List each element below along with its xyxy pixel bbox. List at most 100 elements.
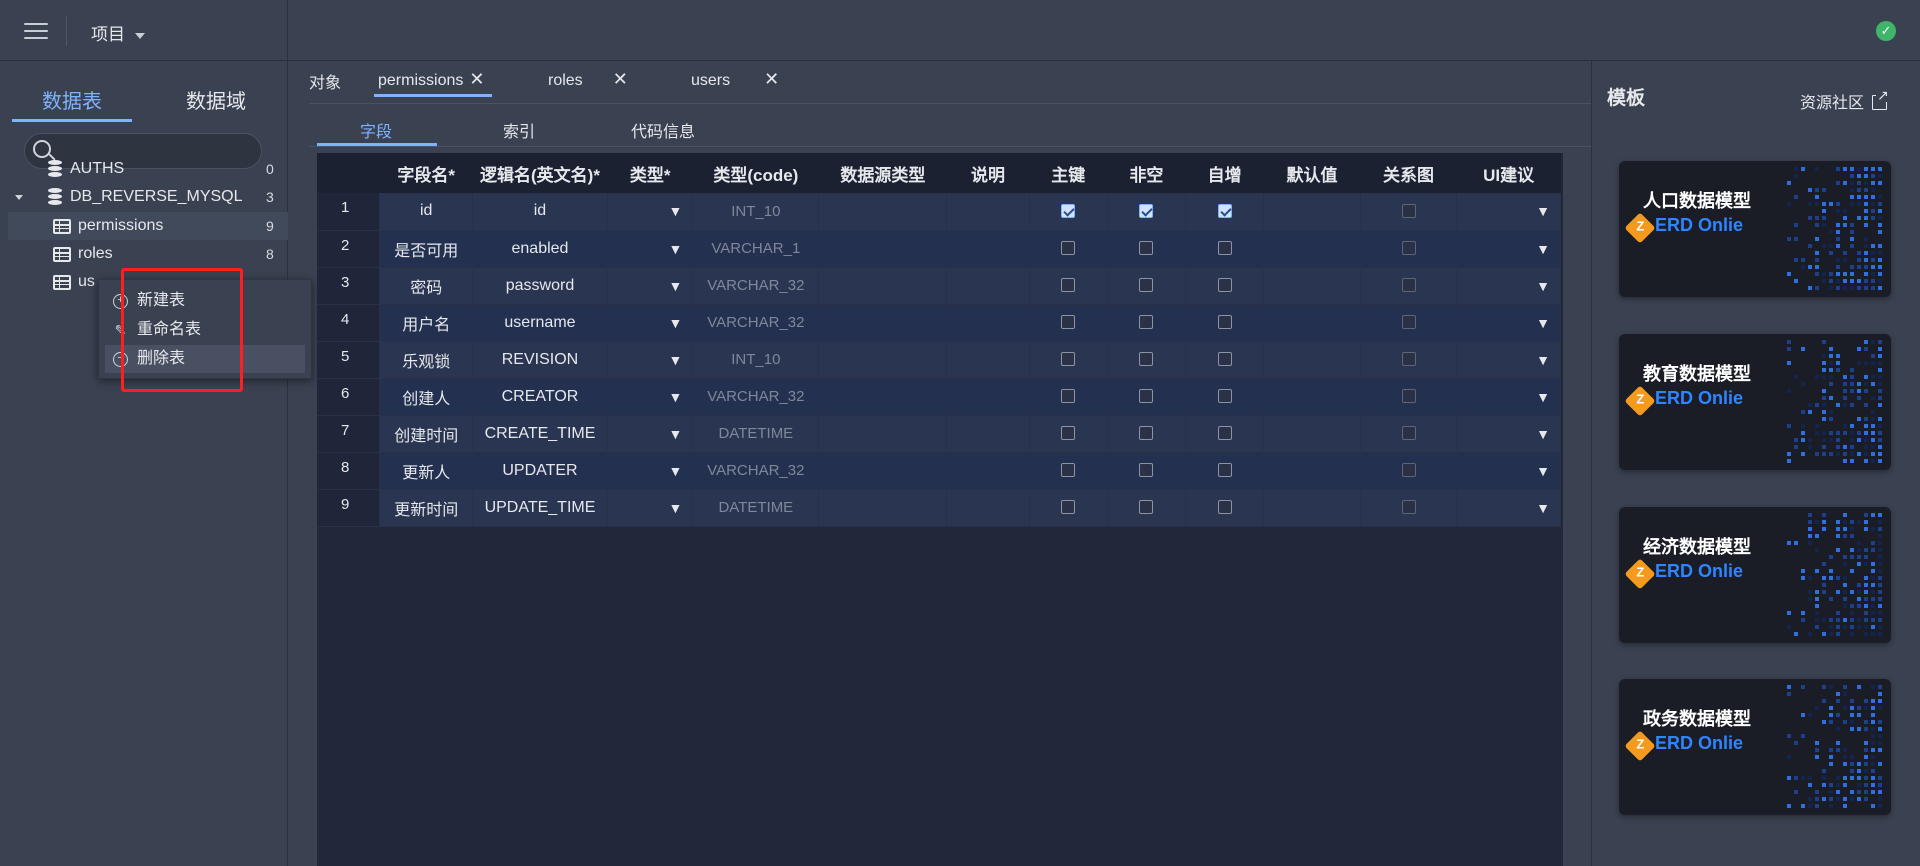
description-cell[interactable] — [946, 193, 1030, 231]
ui-hint-select[interactable]: ▼ — [1456, 452, 1561, 490]
header-cell[interactable]: 自增 — [1185, 153, 1264, 193]
tab-data-domains[interactable]: 数据域 — [186, 85, 246, 114]
tree-item-roles[interactable]: roles 8 — [0, 240, 288, 268]
expand-caret-icon[interactable] — [15, 195, 23, 200]
logic-name-cell[interactable]: enabled — [472, 230, 609, 268]
datasource-type-cell[interactable] — [818, 489, 948, 527]
primary-key-cell[interactable] — [1029, 193, 1108, 231]
auto-increment-checkbox[interactable] — [1217, 352, 1232, 367]
primary-key-checkbox[interactable] — [1061, 352, 1076, 367]
field-name-cell[interactable]: 密码 — [379, 267, 473, 305]
tab-indexes[interactable]: 索引 — [503, 118, 535, 142]
template-card[interactable]: 人口数据模型 ERD Onlie — [1619, 161, 1891, 297]
primary-key-checkbox[interactable] — [1061, 241, 1076, 256]
ui-hint-select[interactable]: ▼ — [1456, 267, 1561, 305]
table-row[interactable]: 3 密码 password ▼ VARCHAR_32 ▼ — [317, 267, 1561, 305]
tree-item-auths[interactable]: AUTHS 0 — [0, 155, 288, 183]
default-value-cell[interactable] — [1263, 415, 1361, 453]
type-select[interactable]: ▼ — [607, 193, 694, 231]
field-name-cell[interactable]: id — [379, 193, 473, 231]
primary-key-checkbox[interactable] — [1061, 463, 1076, 478]
table-row[interactable]: 4 用户名 username ▼ VARCHAR_32 ▼ — [317, 304, 1561, 342]
auto-increment-cell[interactable] — [1185, 230, 1265, 268]
table-row[interactable]: 7 创建时间 CREATE_TIME ▼ DATETIME ▼ — [317, 415, 1561, 453]
ui-hint-select[interactable]: ▼ — [1456, 415, 1561, 453]
field-name-cell[interactable]: 是否可用 — [379, 230, 473, 268]
datasource-type-cell[interactable] — [818, 193, 948, 231]
primary-key-cell[interactable] — [1029, 489, 1108, 527]
primary-key-checkbox[interactable] — [1061, 315, 1076, 330]
template-card[interactable]: 教育数据模型 ERD Onlie — [1619, 334, 1891, 470]
description-cell[interactable] — [946, 267, 1030, 305]
table-row[interactable]: 8 更新人 UPDATER ▼ VARCHAR_32 ▼ — [317, 452, 1561, 490]
field-name-cell[interactable]: 用户名 — [379, 304, 473, 342]
menu-item-rename-table[interactable]: ✎ 重命名表 — [105, 316, 305, 344]
header-cell[interactable]: 逻辑名(英文名)* — [472, 153, 608, 193]
menu-item-delete-table[interactable]: − 删除表 — [105, 345, 305, 373]
tree-item-db-reverse-mysql[interactable]: DB_REVERSE_MYSQL 3 — [0, 183, 288, 211]
field-name-cell[interactable]: 创建人 — [379, 378, 473, 416]
header-cell[interactable]: 默认值 — [1263, 153, 1361, 193]
tree-item-permissions[interactable]: permissions 9 — [8, 212, 288, 240]
relation-checkbox[interactable] — [1401, 204, 1416, 219]
description-cell[interactable] — [946, 452, 1030, 490]
primary-key-checkbox[interactable] — [1061, 204, 1076, 219]
not-null-checkbox[interactable] — [1139, 389, 1154, 404]
header-cell[interactable]: 数据源类型 — [818, 153, 947, 193]
auto-increment-checkbox[interactable] — [1217, 241, 1232, 256]
field-name-cell[interactable]: 乐观锁 — [379, 341, 473, 379]
auto-increment-cell[interactable] — [1185, 193, 1265, 231]
not-null-checkbox[interactable] — [1139, 241, 1154, 256]
datasource-type-cell[interactable] — [818, 267, 948, 305]
description-cell[interactable] — [946, 415, 1030, 453]
type-select[interactable]: ▼ — [607, 452, 694, 490]
auto-increment-checkbox[interactable] — [1217, 389, 1232, 404]
type-select[interactable]: ▼ — [607, 341, 694, 379]
relation-cell[interactable] — [1360, 489, 1458, 527]
auto-increment-cell[interactable] — [1185, 415, 1265, 453]
description-cell[interactable] — [946, 489, 1030, 527]
menu-item-new-table[interactable]: + 新建表 — [105, 287, 305, 315]
header-cell[interactable]: UI建议 — [1456, 153, 1561, 193]
primary-key-checkbox[interactable] — [1061, 278, 1076, 293]
datasource-type-cell[interactable] — [818, 415, 948, 453]
not-null-cell[interactable] — [1107, 415, 1187, 453]
relation-checkbox[interactable] — [1401, 426, 1416, 441]
default-value-cell[interactable] — [1263, 304, 1361, 342]
ui-hint-select[interactable]: ▼ — [1456, 489, 1561, 527]
description-cell[interactable] — [946, 304, 1030, 342]
tab-roles[interactable]: roles ✕ — [548, 69, 628, 90]
field-name-cell[interactable]: 更新时间 — [379, 489, 473, 527]
default-value-cell[interactable] — [1263, 193, 1361, 231]
default-value-cell[interactable] — [1263, 267, 1361, 305]
ui-hint-select[interactable]: ▼ — [1456, 304, 1561, 342]
not-null-checkbox[interactable] — [1139, 352, 1154, 367]
ui-hint-select[interactable]: ▼ — [1456, 230, 1561, 268]
description-cell[interactable] — [946, 341, 1030, 379]
relation-cell[interactable] — [1360, 193, 1458, 231]
relation-cell[interactable] — [1360, 378, 1458, 416]
type-select[interactable]: ▼ — [607, 378, 694, 416]
relation-cell[interactable] — [1360, 415, 1458, 453]
logic-name-cell[interactable]: REVISION — [472, 341, 609, 379]
auto-increment-cell[interactable] — [1185, 452, 1265, 490]
datasource-type-cell[interactable] — [818, 230, 948, 268]
auto-increment-checkbox[interactable] — [1217, 204, 1232, 219]
default-value-cell[interactable] — [1263, 341, 1361, 379]
default-value-cell[interactable] — [1263, 230, 1361, 268]
table-row[interactable]: 9 更新时间 UPDATE_TIME ▼ DATETIME ▼ — [317, 489, 1561, 527]
type-select[interactable]: ▼ — [607, 230, 694, 268]
default-value-cell[interactable] — [1263, 452, 1361, 490]
type-select[interactable]: ▼ — [607, 267, 694, 305]
default-value-cell[interactable] — [1263, 489, 1361, 527]
not-null-checkbox[interactable] — [1139, 500, 1154, 515]
tab-code-info[interactable]: 代码信息 — [631, 118, 695, 142]
auto-increment-checkbox[interactable] — [1217, 426, 1232, 441]
description-cell[interactable] — [946, 378, 1030, 416]
tab-data-tables[interactable]: 数据表 — [42, 85, 102, 114]
project-dropdown[interactable]: 项目 — [91, 20, 145, 45]
not-null-cell[interactable] — [1107, 304, 1187, 342]
auto-increment-cell[interactable] — [1185, 267, 1265, 305]
auto-increment-cell[interactable] — [1185, 378, 1265, 416]
relation-cell[interactable] — [1360, 267, 1458, 305]
